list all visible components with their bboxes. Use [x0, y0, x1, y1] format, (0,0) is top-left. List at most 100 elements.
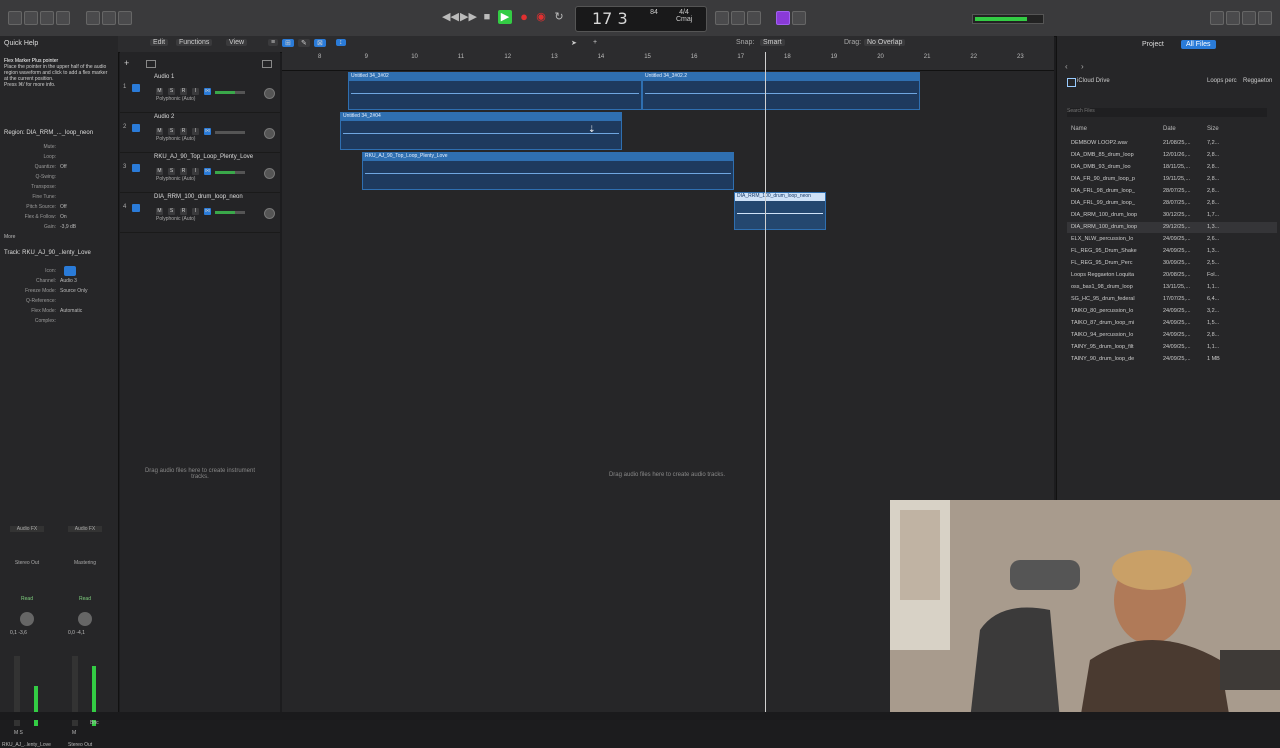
- file-list-item[interactable]: DEMBOW LOOP2.wav 21/08/25,... 7,2...: [1067, 138, 1277, 149]
- track-options-icon[interactable]: [262, 60, 272, 68]
- add-icon[interactable]: +: [590, 39, 600, 46]
- list-editors-icon[interactable]: [1210, 11, 1224, 25]
- param-value[interactable]: Audio 3: [60, 278, 77, 284]
- track-icon[interactable]: [132, 124, 140, 132]
- mute-button[interactable]: M: [156, 128, 163, 135]
- mute-button[interactable]: M: [156, 208, 163, 215]
- bounce-button[interactable]: Bnc: [90, 720, 99, 726]
- flex-pointer-icon[interactable]: ↕: [336, 39, 346, 46]
- inspector-icon[interactable]: [24, 11, 38, 25]
- param-value[interactable]: Automatic: [60, 308, 82, 314]
- cycle-icon[interactable]: ↻: [552, 10, 566, 24]
- capture-record-icon[interactable]: ◉: [534, 10, 548, 24]
- solo-button[interactable]: S: [168, 208, 175, 215]
- snap-select[interactable]: Smart: [760, 39, 785, 46]
- replace-icon[interactable]: [792, 11, 806, 25]
- playhead[interactable]: [765, 52, 766, 720]
- flex-button[interactable]: ⋈: [204, 208, 211, 215]
- tuner-icon[interactable]: [715, 11, 729, 25]
- solo-button[interactable]: S: [168, 128, 175, 135]
- audio-region[interactable]: Untitled 34_2#04: [340, 112, 622, 150]
- file-list-item[interactable]: SG_HC_95_drum_federal 17/07/25,... 6,4...: [1067, 294, 1277, 305]
- mute-solo[interactable]: M S: [14, 730, 23, 736]
- notepad-icon[interactable]: [1226, 11, 1240, 25]
- audio-region-selected[interactable]: DIA_RRM_100_drum_loop_neon: [734, 192, 826, 230]
- track-header[interactable]: 4 DIA_RRM_100_drum_loop_neon M S R I ⋈ Polyphon…: [120, 192, 280, 233]
- file-list-item[interactable]: FL_REG_95_Drum_Perc 30/09/25,... 2,5...: [1067, 258, 1277, 269]
- flex-mode-label[interactable]: Polyphonic (Auto): [156, 96, 195, 102]
- file-list-item[interactable]: DIA_FRL_98_drum_loop_ 28/07/25,... 2,8...: [1067, 186, 1277, 197]
- pan-knob[interactable]: [264, 128, 275, 139]
- editors-icon[interactable]: [118, 11, 132, 25]
- file-list-item[interactable]: DIA_FRL_99_drum_loop_ 28/07/25,... 2,8...: [1067, 198, 1277, 209]
- column-size[interactable]: Size: [1207, 126, 1219, 132]
- audio-fx-slot[interactable]: Audio FX: [10, 526, 44, 532]
- audio-region[interactable]: RKU_AJ_90_Top_Loop_Plenty_Love: [362, 152, 734, 190]
- param-value[interactable]: On: [60, 214, 67, 220]
- global-tracks-icon[interactable]: [146, 60, 156, 68]
- record-enable-button[interactable]: R: [180, 128, 187, 135]
- path-location[interactable]: iCloud Drive: [1077, 78, 1110, 84]
- pan-knob[interactable]: [264, 208, 275, 219]
- drag-select[interactable]: No Overlap: [864, 39, 906, 46]
- input-monitor-button[interactable]: I: [192, 208, 199, 215]
- view-menu[interactable]: View: [226, 39, 248, 46]
- region-param-row[interactable]: Fine Tune:: [4, 194, 60, 200]
- region-param-row[interactable]: Flex & Follow: On: [4, 214, 67, 220]
- toolbar-icon[interactable]: [56, 11, 70, 25]
- track-name[interactable]: RKU_AJ_90_Top_Loop_Plenty_Love: [154, 154, 253, 160]
- mixer-icon[interactable]: [102, 11, 116, 25]
- flex-button[interactable]: ⋈: [204, 128, 211, 135]
- track-icon[interactable]: [132, 84, 140, 92]
- zoom-icon[interactable]: ⊠: [314, 39, 326, 47]
- file-list-item[interactable]: DIA_RRM_100_drum_loop 30/12/25,... 1,7...: [1067, 210, 1277, 221]
- record-enable-button[interactable]: R: [180, 208, 187, 215]
- forward-icon[interactable]: ▶▶: [460, 10, 477, 24]
- region-inspector-header[interactable]: Region: DIA_RRM_..._loop_neon: [4, 130, 93, 136]
- back-icon[interactable]: ‹: [1065, 62, 1068, 71]
- track-param-row[interactable]: Freeze Mode: Source Only: [4, 288, 87, 294]
- track-name[interactable]: DIA_RRM_100_drum_loop_neon: [154, 194, 243, 200]
- solo-button[interactable]: S: [168, 88, 175, 95]
- region-param-row[interactable]: Mute:: [4, 144, 60, 150]
- rewind-icon[interactable]: ◀◀: [442, 10, 459, 24]
- file-list-item[interactable]: TAIKO_87_drum_loop_mi 24/09/25,... 1,5...: [1067, 318, 1277, 329]
- track-icon[interactable]: [132, 164, 140, 172]
- automation-mode[interactable]: Read: [10, 596, 44, 602]
- file-list-item[interactable]: DIA_DMB_93_drum_loo 18/11/25,... 2,8...: [1067, 162, 1277, 173]
- path-subfolder[interactable]: Reggaeton: [1243, 78, 1272, 84]
- track-name[interactable]: Audio 1: [154, 74, 174, 80]
- flex-mode-label[interactable]: Polyphonic (Auto): [156, 176, 195, 182]
- mute-button[interactable]: M: [156, 168, 163, 175]
- track-param-row[interactable]: Complex:: [4, 318, 60, 324]
- metronome-icon[interactable]: [747, 11, 761, 25]
- region-param-row[interactable]: Transpose:: [4, 184, 60, 190]
- functions-menu[interactable]: Functions: [176, 39, 213, 46]
- file-list-item[interactable]: TAIKO_94_percussion_lo 24/09/25,... 2,8...: [1067, 330, 1277, 341]
- edit-menu[interactable]: Edit: [150, 39, 169, 46]
- region-param-row[interactable]: Gain: -3,9 dB: [4, 224, 76, 230]
- pointer-tool-icon[interactable]: ✎: [298, 39, 310, 47]
- audio-region[interactable]: Untitled 34_3#02: [348, 72, 642, 110]
- column-date[interactable]: Date: [1163, 126, 1176, 132]
- input-monitor-button[interactable]: I: [192, 128, 199, 135]
- track-icon[interactable]: [132, 204, 140, 212]
- track-param-row[interactable]: Channel: Audio 3: [4, 278, 77, 284]
- track-param-row[interactable]: Flex Mode: Automatic: [4, 308, 82, 314]
- flex-button[interactable]: ⋈: [204, 88, 211, 95]
- param-value[interactable]: Off: [60, 204, 67, 210]
- pan-knob[interactable]: [264, 168, 275, 179]
- volume-slider[interactable]: [215, 91, 245, 94]
- file-list-item[interactable]: DIA_FR_90_drum_loop_p 19/11/25,... 2,8...: [1067, 174, 1277, 185]
- pointer-icon[interactable]: ➤: [568, 39, 580, 47]
- track-header[interactable]: 3 RKU_AJ_90_Top_Loop_Plenty_Love M S R I ⋈ Poly…: [120, 152, 280, 193]
- bar-ruler[interactable]: 8 9 10 11 12 13 14 15 16 17 18 19 20 21 22 23: [282, 52, 1054, 71]
- track-header[interactable]: 2 Audio 2 M S R I ⋈ Polyphonic (Auto): [120, 112, 280, 153]
- output-slot[interactable]: Stereo Out: [10, 560, 44, 566]
- region-param-row[interactable]: Loop:: [4, 154, 60, 160]
- file-list-item[interactable]: ELX_NLW_percussion_lo 24/09/25,... 2,6...: [1067, 234, 1277, 245]
- record-enable-button[interactable]: R: [180, 88, 187, 95]
- solo-button[interactable]: S: [168, 168, 175, 175]
- file-list-item[interactable]: TAINY_90_drum_loop_de 24/09/25,... 1 MB: [1067, 354, 1277, 365]
- file-list-item[interactable]: TAIKO_80_percussion_lo 24/09/25,... 3,2...: [1067, 306, 1277, 317]
